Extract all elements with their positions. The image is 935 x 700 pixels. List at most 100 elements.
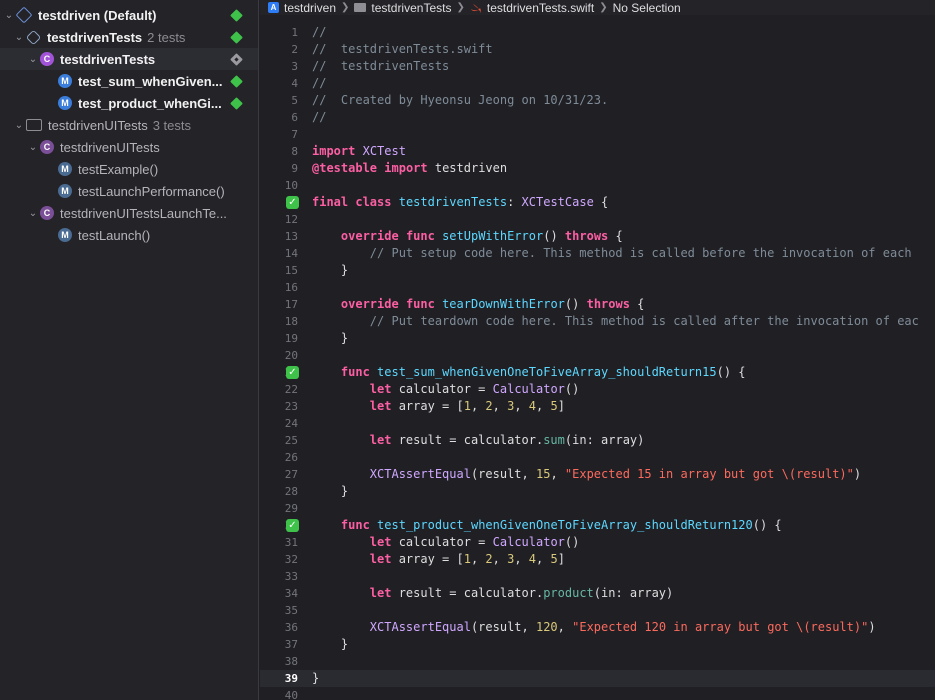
current-line-highlight bbox=[260, 670, 935, 687]
line-number: 32 bbox=[284, 553, 298, 566]
pass-status-icon[interactable] bbox=[230, 30, 243, 44]
line-number: 1 bbox=[291, 26, 298, 39]
code-line[interactable]: } bbox=[312, 483, 348, 500]
line-number: 35 bbox=[284, 604, 298, 617]
code-line[interactable]: // bbox=[312, 24, 326, 41]
nav-row-label: testLaunch() bbox=[78, 227, 151, 243]
chevron-right-icon: ❯ bbox=[341, 2, 350, 13]
test-passed-checkmark-icon[interactable]: ✓ bbox=[286, 519, 299, 532]
chevron-down-icon[interactable]: ⌄ bbox=[14, 32, 24, 43]
chevron-down-icon[interactable]: ⌄ bbox=[14, 120, 24, 131]
code-line[interactable]: } bbox=[312, 636, 348, 653]
breadcrumb-file[interactable]: testdrivenTests.swift bbox=[487, 1, 594, 15]
code-line[interactable]: let result = calculator.sum(in: array) bbox=[312, 432, 645, 449]
chevron-down-icon[interactable]: ⌄ bbox=[28, 208, 38, 219]
chevron-down-icon[interactable]: ⌄ bbox=[28, 142, 38, 153]
code-line[interactable]: override func setUpWithError() throws { bbox=[312, 228, 623, 245]
line-number: 38 bbox=[284, 655, 298, 668]
mixed-status-icon[interactable] bbox=[230, 52, 243, 66]
code-line[interactable]: // Created by Hyeonsu Jeong on 10/31/23. bbox=[312, 92, 608, 109]
line-number: 33 bbox=[284, 570, 298, 583]
method-icon: M bbox=[58, 74, 72, 88]
xcode-project-icon: A bbox=[268, 2, 279, 13]
breadcrumb-selection[interactable]: No Selection bbox=[613, 1, 681, 15]
code-line[interactable]: let array = [1, 2, 3, 4, 5] bbox=[312, 398, 565, 415]
line-number: 23 bbox=[284, 400, 298, 413]
class-icon: C bbox=[40, 206, 54, 220]
line-number: 3 bbox=[291, 60, 298, 73]
code-line[interactable]: } bbox=[312, 670, 319, 687]
test-passed-checkmark-icon[interactable]: ✓ bbox=[286, 196, 299, 209]
nav-row-label: testExample() bbox=[78, 161, 159, 177]
line-number: 28 bbox=[284, 485, 298, 498]
nav-row-label: testdrivenTests bbox=[60, 51, 156, 67]
method-icon: M bbox=[58, 96, 72, 110]
nav-row-test-plan[interactable]: ⌄ testdriven (Default) bbox=[0, 4, 258, 26]
test-count: 3 tests bbox=[152, 117, 191, 133]
test-passed-checkmark-icon[interactable]: ✓ bbox=[286, 366, 299, 379]
code-line[interactable]: // Put teardown code here. This method i… bbox=[312, 313, 919, 330]
nav-row-label: test_product_whenGi... bbox=[78, 95, 222, 111]
source-editor[interactable]: 1 // 2 // testdrivenTests.swift 3 // testdriv… bbox=[260, 15, 935, 700]
nav-row-label: testdrivenTests bbox=[47, 29, 143, 45]
chevron-down-icon[interactable]: ⌄ bbox=[28, 54, 38, 65]
line-number: 2 bbox=[291, 43, 298, 56]
nav-row-class-testdriventests[interactable]: ⌄ C testdrivenTests bbox=[0, 48, 258, 70]
code-line[interactable]: } bbox=[312, 330, 348, 347]
method-icon: M bbox=[58, 184, 72, 198]
test-plan-icon bbox=[15, 6, 33, 24]
code-line[interactable]: func test_product_whenGivenOneToFiveArra… bbox=[312, 517, 782, 534]
code-line[interactable]: XCTAssertEqual(result, 120, "Expected 12… bbox=[312, 619, 876, 636]
line-number: 10 bbox=[284, 179, 298, 192]
nav-row-test-example[interactable]: M testExample() bbox=[0, 158, 258, 180]
pass-status-icon[interactable] bbox=[230, 74, 243, 88]
line-number: 22 bbox=[284, 383, 298, 396]
nav-row-test-sum[interactable]: M test_sum_whenGiven... bbox=[0, 70, 258, 92]
code-line[interactable]: } bbox=[312, 262, 348, 279]
line-number: 13 bbox=[284, 230, 298, 243]
line-number: 24 bbox=[284, 417, 298, 430]
breadcrumb-project[interactable]: testdriven bbox=[284, 1, 336, 15]
code-line[interactable]: // bbox=[312, 109, 326, 126]
line-number: 17 bbox=[284, 298, 298, 311]
line-number: 4 bbox=[291, 77, 298, 90]
code-line[interactable]: XCTAssertEqual(result, 15, "Expected 15 … bbox=[312, 466, 861, 483]
nav-row-class-uitests[interactable]: ⌄ C testdrivenUITests bbox=[0, 136, 258, 158]
code-line[interactable]: let array = [1, 2, 3, 4, 5] bbox=[312, 551, 565, 568]
code-line[interactable]: import XCTest bbox=[312, 143, 406, 160]
line-number: 20 bbox=[284, 349, 298, 362]
code-line[interactable]: final class testdrivenTests: XCTestCase … bbox=[312, 194, 608, 211]
line-number: 37 bbox=[284, 638, 298, 651]
code-line[interactable]: let calculator = Calculator() bbox=[312, 534, 580, 551]
chevron-right-icon: ❯ bbox=[599, 2, 608, 13]
pass-status-icon[interactable] bbox=[230, 8, 243, 22]
method-icon: M bbox=[58, 228, 72, 242]
line-number: 40 bbox=[284, 689, 298, 700]
pass-status-icon[interactable] bbox=[230, 96, 243, 110]
nav-row-class-uitests-launch[interactable]: ⌄ C testdrivenUITestsLaunchTe... bbox=[0, 202, 258, 224]
jump-bar: A testdriven ❯ testdrivenTests ❯ testdri… bbox=[260, 0, 935, 15]
nav-row-target-testdriventests[interactable]: ⌄ testdrivenTests 2 tests bbox=[0, 26, 258, 48]
code-line[interactable]: // Put setup code here. This method is c… bbox=[312, 245, 912, 262]
chevron-down-icon[interactable]: ⌄ bbox=[4, 10, 14, 21]
code-line[interactable]: override func tearDownWithError() throws… bbox=[312, 296, 645, 313]
line-number: 36 bbox=[284, 621, 298, 634]
code-line[interactable]: let calculator = Calculator() bbox=[312, 381, 580, 398]
nav-row-test-product[interactable]: M test_product_whenGi... bbox=[0, 92, 258, 114]
code-line[interactable]: let result = calculator.product(in: arra… bbox=[312, 585, 673, 602]
test-target-icon bbox=[25, 29, 42, 45]
code-line[interactable]: // bbox=[312, 75, 326, 92]
line-number: 15 bbox=[284, 264, 298, 277]
nav-row-target-uitests[interactable]: ⌄ testdrivenUITests 3 tests bbox=[0, 114, 258, 136]
nav-row-test-launch-performance[interactable]: M testLaunchPerformance() bbox=[0, 180, 258, 202]
line-number: 6 bbox=[291, 111, 298, 124]
line-number: 18 bbox=[284, 315, 298, 328]
code-line[interactable]: // testdrivenTests.swift bbox=[312, 41, 493, 58]
code-line[interactable]: func test_sum_whenGivenOneToFiveArray_sh… bbox=[312, 364, 746, 381]
code-line[interactable]: // testdrivenTests bbox=[312, 58, 449, 75]
test-navigator: ⌄ testdriven (Default) ⌄ testdrivenTests… bbox=[0, 0, 259, 700]
breadcrumb-group[interactable]: testdrivenTests bbox=[371, 1, 451, 15]
nav-row-test-launch[interactable]: M testLaunch() bbox=[0, 224, 258, 246]
code-line[interactable]: @testable import testdriven bbox=[312, 160, 507, 177]
line-number: 34 bbox=[284, 587, 298, 600]
